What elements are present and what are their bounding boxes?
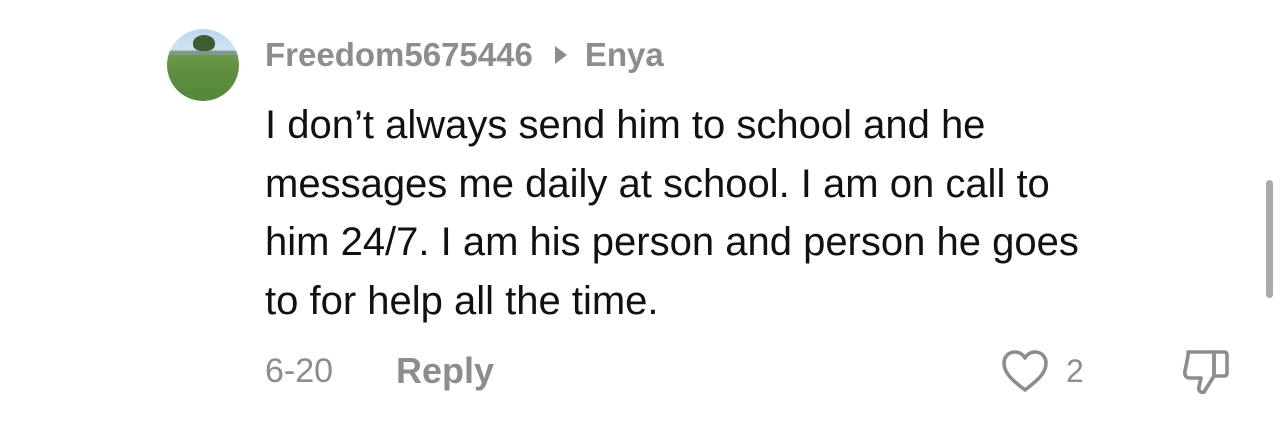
comment-date: 6-20 <box>265 352 334 390</box>
avatar[interactable] <box>167 29 239 101</box>
reply-to-name[interactable]: Enya <box>585 36 664 74</box>
comment-item: Freedom5675446 Enya I don’t always send … <box>0 0 1284 422</box>
triangle-right-icon <box>554 46 567 64</box>
comment-text: I don’t always send him to school and he… <box>265 103 1079 323</box>
author-name[interactable]: Freedom5675446 <box>265 36 533 74</box>
comment-header: Freedom5675446 Enya <box>265 33 664 77</box>
heart-outline-icon <box>1000 348 1050 394</box>
like-count: 2 <box>1066 352 1084 389</box>
thumbs-down-outline-icon <box>1180 350 1234 402</box>
scrollbar[interactable] <box>1266 180 1273 298</box>
avatar-tree <box>193 35 215 51</box>
dislike-button[interactable] <box>1180 346 1234 403</box>
reply-button[interactable]: Reply <box>396 350 494 392</box>
avatar-horizon <box>167 51 239 55</box>
like-button[interactable]: 2 <box>1000 348 1084 394</box>
